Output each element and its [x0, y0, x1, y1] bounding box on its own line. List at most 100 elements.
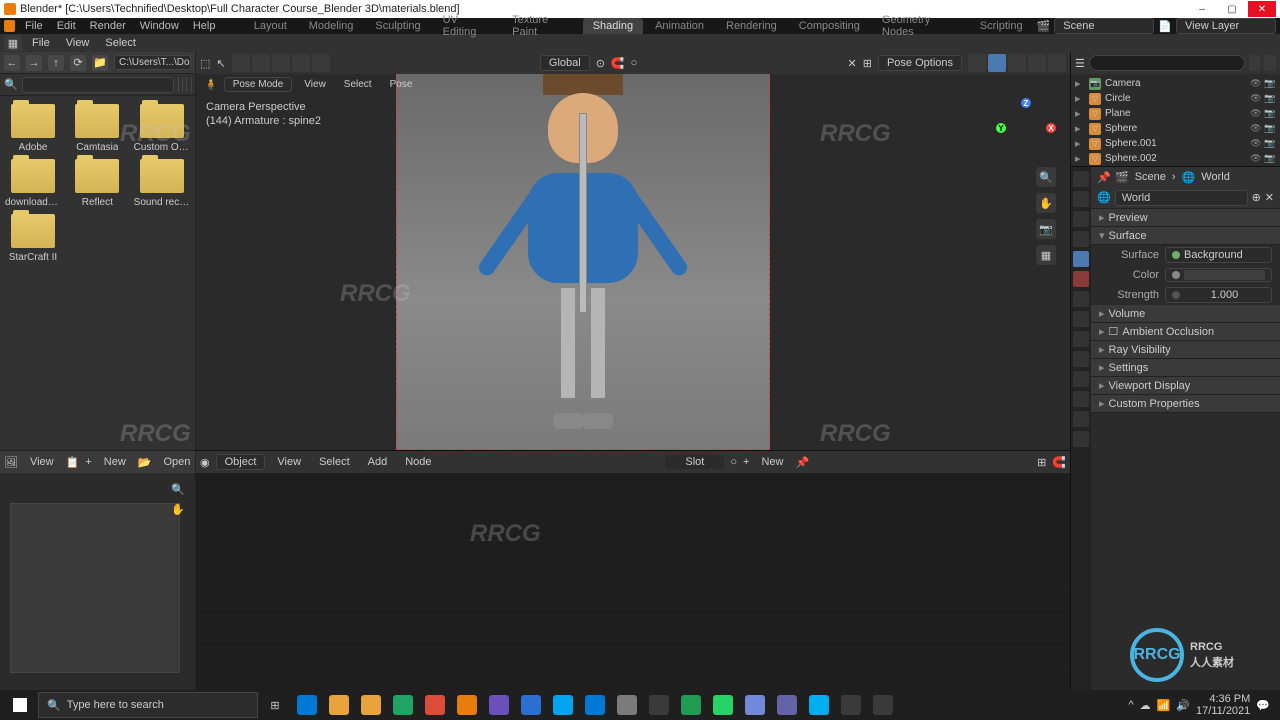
- shading-wireframe[interactable]: [988, 54, 1006, 72]
- viewport-editor-type[interactable]: ⬚: [200, 57, 210, 70]
- folder-item[interactable]: download_w...: [4, 159, 62, 208]
- vp-menu-select[interactable]: Select: [338, 79, 378, 90]
- path-field[interactable]: C:\Users\T...\Documents\: [114, 55, 191, 70]
- node-menu-select[interactable]: Select: [313, 456, 356, 468]
- tab-texturepaint[interactable]: Texture Paint: [502, 12, 581, 40]
- props-tab-world[interactable]: [1073, 251, 1089, 267]
- taskbar-app[interactable]: [612, 691, 642, 719]
- shading-matprev[interactable]: [1028, 54, 1046, 72]
- props-tab-render[interactable]: [1073, 171, 1089, 187]
- taskbar-app[interactable]: [772, 691, 802, 719]
- visibility-eye-icon[interactable]: 👁: [1250, 153, 1262, 165]
- camera-button[interactable]: 📷: [1036, 219, 1056, 239]
- gizmo-z-axis[interactable]: Z: [1021, 98, 1031, 108]
- render-icon[interactable]: 📷: [1264, 108, 1276, 120]
- pan-icon[interactable]: ✋: [171, 503, 185, 517]
- node-material-browse[interactable]: ○: [730, 456, 737, 468]
- viewlayer-field[interactable]: View Layer: [1176, 18, 1276, 34]
- nav-forward-button[interactable]: →: [26, 55, 42, 71]
- mode-dropdown[interactable]: Pose Mode: [224, 77, 293, 92]
- gizmo-toggle[interactable]: ✕: [848, 57, 857, 70]
- node-menu-add[interactable]: Add: [362, 456, 394, 468]
- section-surface[interactable]: ▾Surface: [1091, 227, 1280, 245]
- img-plus-button[interactable]: +: [85, 456, 91, 468]
- tab-modeling[interactable]: Modeling: [299, 18, 364, 34]
- taskbar-app[interactable]: [868, 691, 898, 719]
- transform-orientation-dropdown[interactable]: Global: [540, 55, 590, 71]
- perspective-button[interactable]: ▦: [1036, 245, 1056, 265]
- outliner-item[interactable]: ▸▽Sphere.001👁📷: [1071, 136, 1280, 151]
- section-ao[interactable]: ▸☐Ambient Occlusion: [1091, 323, 1280, 341]
- tab-shading[interactable]: Shading: [583, 18, 643, 34]
- window-close-button[interactable]: ✕: [1248, 1, 1276, 17]
- props-tab-data[interactable]: [1073, 371, 1089, 387]
- node-menu-view[interactable]: View: [271, 456, 307, 468]
- section-settings[interactable]: ▸Settings: [1091, 359, 1280, 377]
- notifications-icon[interactable]: 💬: [1256, 699, 1270, 712]
- color-field[interactable]: [1165, 268, 1272, 282]
- node-menu-node[interactable]: Node: [399, 456, 437, 468]
- cursor-tool-icon[interactable]: ↖: [216, 57, 225, 70]
- props-tab-texture[interactable]: [1073, 431, 1089, 447]
- snap-vert[interactable]: [252, 54, 270, 72]
- scene-field[interactable]: Scene: [1054, 18, 1154, 34]
- outliner-editor-type[interactable]: ☰: [1075, 57, 1085, 70]
- tray-chevron-icon[interactable]: ^: [1128, 699, 1133, 711]
- tab-uvediting[interactable]: UV Editing: [433, 12, 500, 40]
- taskbar-app[interactable]: [484, 691, 514, 719]
- shading-rendered[interactable]: [1048, 54, 1066, 72]
- visibility-eye-icon[interactable]: 👁: [1250, 138, 1262, 150]
- taskbar-app[interactable]: [676, 691, 706, 719]
- node-pin-button[interactable]: 📌: [795, 456, 809, 469]
- armature-bone[interactable]: [579, 113, 587, 313]
- world-browse-icon[interactable]: 🌐: [1097, 191, 1111, 204]
- node-new-button[interactable]: New: [755, 456, 789, 468]
- taskbar-app[interactable]: [388, 691, 418, 719]
- taskbar-app[interactable]: [292, 691, 322, 719]
- folder-item[interactable]: Camtasia: [68, 104, 126, 153]
- props-tab-material[interactable]: [1073, 411, 1089, 427]
- taskbar-app[interactable]: [580, 691, 610, 719]
- start-button[interactable]: [4, 691, 36, 719]
- gizmo-y-axis[interactable]: Y: [996, 123, 1006, 133]
- pin-icon[interactable]: 📌: [1097, 171, 1109, 184]
- taskbar-app[interactable]: [452, 691, 482, 719]
- taskbar-app[interactable]: [708, 691, 738, 719]
- taskbar-app[interactable]: [804, 691, 834, 719]
- vp-menu-view[interactable]: View: [298, 79, 332, 90]
- section-preview[interactable]: ▸Preview: [1091, 209, 1280, 227]
- fb-menu-file[interactable]: File: [26, 37, 56, 49]
- outliner-item[interactable]: ▸📷Camera👁📷: [1071, 76, 1280, 91]
- taskbar-app[interactable]: [740, 691, 770, 719]
- nav-gizmo[interactable]: Z X Y: [996, 98, 1056, 158]
- world-unlink-button[interactable]: ✕: [1265, 191, 1274, 204]
- render-icon[interactable]: 📷: [1264, 153, 1276, 165]
- image-canvas[interactable]: [10, 503, 180, 673]
- node-snap-toggle[interactable]: 🧲: [1052, 456, 1066, 469]
- fb-menu-select[interactable]: Select: [99, 37, 142, 49]
- world-dropdown[interactable]: World: [1115, 190, 1248, 206]
- tab-sculpting[interactable]: Sculpting: [365, 18, 430, 34]
- folder-item[interactable]: Adobe: [4, 104, 62, 153]
- menu-file[interactable]: File: [19, 20, 49, 32]
- img-open-button[interactable]: Open: [157, 456, 196, 468]
- section-ray[interactable]: ▸Ray Visibility: [1091, 341, 1280, 359]
- taskbar-app[interactable]: [420, 691, 450, 719]
- taskbar-search[interactable]: 🔍Type here to search: [38, 692, 258, 718]
- visibility-eye-icon[interactable]: 👁: [1250, 108, 1262, 120]
- folder-item[interactable]: StarCraft II: [4, 214, 62, 263]
- pan-button[interactable]: ✋: [1036, 193, 1056, 213]
- node-shadertype-dropdown[interactable]: Object: [216, 454, 266, 470]
- gizmo-x-axis[interactable]: X: [1046, 123, 1056, 133]
- nav-refresh-button[interactable]: ⟳: [70, 55, 86, 71]
- render-icon[interactable]: 📷: [1264, 138, 1276, 150]
- pose-options-dropdown[interactable]: Pose Options: [878, 55, 962, 71]
- outliner-item[interactable]: ▸▽Circle👁📷: [1071, 91, 1280, 106]
- folder-item[interactable]: Reflect: [68, 159, 126, 208]
- section-volume[interactable]: ▸Volume: [1091, 305, 1280, 323]
- tray-volume-icon[interactable]: 🔊: [1176, 699, 1190, 712]
- outliner-item[interactable]: ▸▽Sphere👁📷: [1071, 121, 1280, 136]
- visibility-eye-icon[interactable]: 👁: [1250, 78, 1262, 90]
- section-custom[interactable]: ▸Custom Properties: [1091, 395, 1280, 413]
- taskbar-app[interactable]: [356, 691, 386, 719]
